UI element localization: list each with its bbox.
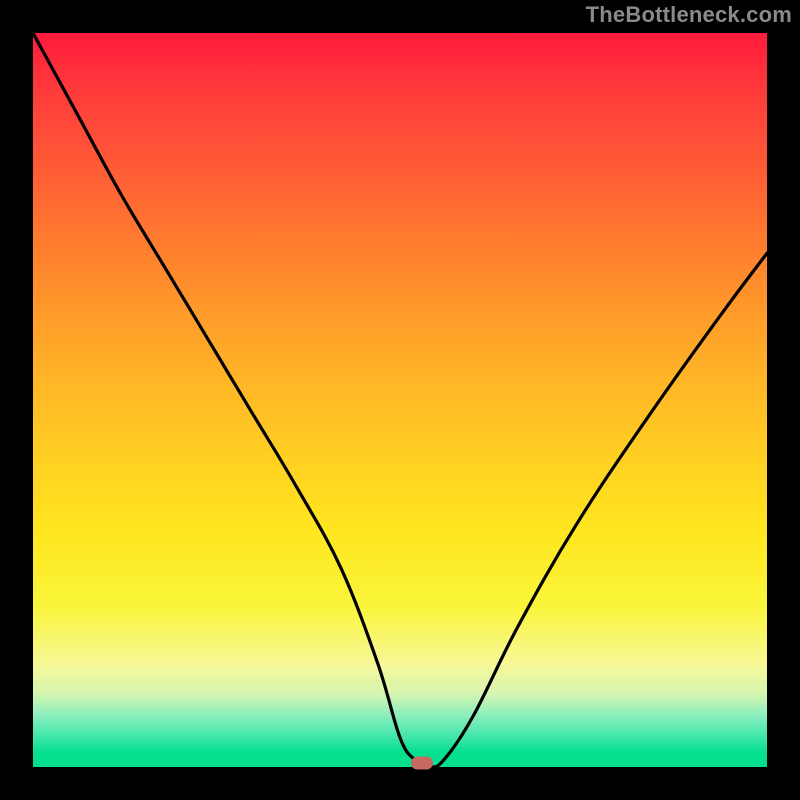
watermark-text: TheBottleneck.com <box>586 2 792 28</box>
chart-frame: TheBottleneck.com <box>0 0 800 800</box>
plot-area <box>33 33 767 767</box>
bottleneck-curve <box>33 33 767 767</box>
optimal-point-marker <box>411 757 433 770</box>
curve-path <box>33 33 767 767</box>
